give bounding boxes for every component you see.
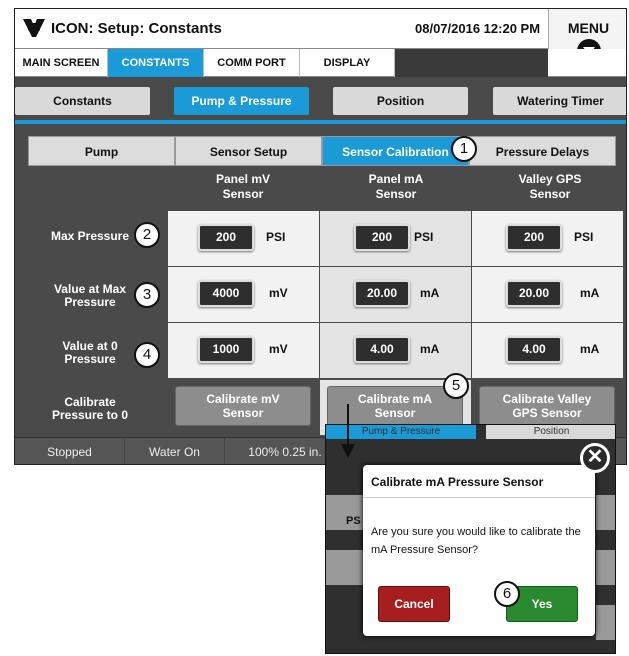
max-pressure-ma-field[interactable]: 200	[354, 224, 410, 251]
cell-value-zero-mv: 1000 mV	[168, 323, 319, 378]
row-label-max-pressure: Max Pressure	[50, 229, 130, 243]
accent-divider	[15, 120, 626, 124]
column-header-line: Panel mA	[368, 172, 424, 186]
page-title: ICON: Setup: Constants	[51, 20, 222, 37]
calibrate-mv-button[interactable]: Calibrate mV Sensor	[175, 386, 311, 426]
subtab-pump-pressure[interactable]: Pump & Pressure	[174, 87, 309, 115]
dialog-divider	[363, 497, 595, 498]
cell-value-zero-gps: 4.00 mA	[472, 323, 623, 378]
cell-max-pressure-mv: 200 PSI	[168, 211, 319, 266]
cell-calibrate-mv: Calibrate mV Sensor	[168, 380, 319, 435]
unit-label: PSI	[266, 230, 286, 244]
status-water: Water On	[125, 438, 225, 464]
status-pivot: Stopped	[15, 438, 125, 464]
tab-constants[interactable]: CONSTANTS	[108, 49, 204, 77]
unit-label: mA	[580, 286, 600, 300]
cell-value-max-ma: 20.00 mA	[320, 267, 471, 322]
callout-marker: 6	[494, 581, 520, 607]
value-zero-mv-field[interactable]: 1000	[198, 336, 254, 363]
tab-pressure-delays[interactable]: Pressure Delays	[469, 136, 616, 166]
max-pressure-gps-field[interactable]: 200	[506, 224, 562, 251]
title-bar: ICON: Setup: Constants 08/07/2016 12:20 …	[15, 9, 626, 63]
value-max-gps-field[interactable]: 20.00	[506, 280, 562, 307]
cancel-button[interactable]: Cancel	[378, 586, 450, 622]
value-max-mv-field[interactable]: 4000	[198, 280, 254, 307]
unit-label: PSI	[414, 230, 434, 244]
close-icon[interactable]: ✕	[580, 443, 610, 473]
tab-main-screen[interactable]: MAIN SCREEN	[15, 49, 108, 77]
section-tabs: Pump Sensor Setup Sensor Calibration Pre…	[28, 136, 616, 166]
datetime-display: 08/07/2016 12:20 PM	[415, 21, 541, 36]
cell-value-max-mv: 4000 mV	[168, 267, 319, 322]
column-header-line: Panel mV	[215, 172, 271, 186]
tab-display[interactable]: DISPLAY	[300, 49, 395, 77]
column-header-valley-gps: Valley GPS Sensor	[475, 172, 625, 202]
menu-label: MENU	[567, 20, 610, 36]
dialog-title: Calibrate mA Pressure Sensor	[371, 475, 544, 489]
row-label-line: Pressure	[64, 295, 116, 309]
cell-value-zero-ma: 4.00 mA	[320, 323, 471, 378]
tab-pump[interactable]: Pump	[28, 136, 175, 166]
callout-marker: 1	[451, 136, 477, 162]
column-header-line: Sensor	[529, 187, 571, 201]
unit-label: mA	[580, 342, 600, 356]
tab-comm-port[interactable]: COMM PORT	[204, 49, 300, 77]
background-cell	[596, 605, 615, 640]
callout-marker: 2	[134, 222, 160, 248]
row-label-line: Pressure to 0	[51, 408, 129, 422]
valley-logo-icon	[23, 19, 45, 37]
subtab-constants[interactable]: Constants	[15, 87, 150, 115]
column-header-line: Valley GPS	[518, 172, 582, 186]
button-line: Calibrate mV	[206, 392, 280, 406]
tab-sensor-setup[interactable]: Sensor Setup	[175, 136, 322, 166]
top-nav: MAIN SCREEN CONSTANTS COMM PORT DISPLAY	[15, 49, 626, 77]
button-line: GPS Sensor	[512, 406, 582, 420]
max-pressure-mv-field[interactable]: 200	[198, 224, 254, 251]
column-header-panel-mv: Panel mV Sensor	[168, 172, 318, 202]
column-header-line: Sensor	[375, 187, 417, 201]
background-cell	[326, 550, 366, 585]
column-header-panel-ma: Panel mA Sensor	[321, 172, 471, 202]
subtab-watering-timer[interactable]: Watering Timer	[493, 87, 626, 115]
background-cell	[596, 550, 615, 585]
nav-fill	[395, 49, 548, 77]
background-tab: Position	[486, 425, 615, 439]
row-label-value-at-max: Value at Max Pressure	[35, 283, 145, 309]
callout-marker: 4	[134, 342, 160, 368]
menu-button[interactable]: MENU	[548, 9, 626, 63]
row-label-line: Pressure	[64, 352, 116, 366]
button-line: Sensor	[222, 406, 264, 420]
unit-label: mV	[269, 342, 288, 356]
calibrate-gps-button[interactable]: Calibrate Valley GPS Sensor	[479, 386, 615, 426]
value-max-ma-field[interactable]: 20.00	[354, 280, 410, 307]
unit-label: mA	[420, 342, 440, 356]
background-text: PS	[346, 515, 361, 527]
value-zero-ma-field[interactable]: 4.00	[354, 336, 410, 363]
unit-label: mA	[420, 286, 440, 300]
column-header-line: Sensor	[222, 187, 264, 201]
subtab-position[interactable]: Position	[333, 87, 468, 115]
down-arrow-icon	[341, 404, 355, 458]
dialog-overlay: Pump & Pressure Position PS Calibrate mA…	[325, 424, 616, 654]
cell-value-max-gps: 20.00 mA	[472, 267, 623, 322]
confirm-dialog: Calibrate mA Pressure Sensor Are you sur…	[363, 465, 595, 636]
device-screen: ICON: Setup: Constants 08/07/2016 12:20 …	[14, 8, 627, 465]
row-label-calibrate: Calibrate Pressure to 0	[35, 396, 145, 422]
unit-label: mV	[269, 286, 288, 300]
tab-sensor-calibration[interactable]: Sensor Calibration	[322, 136, 469, 166]
callout-marker: 5	[443, 373, 469, 399]
dialog-message: Are you sure you would like to calibrate…	[371, 526, 581, 556]
background-cell	[596, 495, 615, 530]
callout-marker: 3	[134, 282, 160, 308]
button-line: Calibrate Valley	[502, 392, 592, 406]
cell-max-pressure-gps: 200 PSI	[472, 211, 623, 266]
unit-label: PSI	[574, 230, 594, 244]
value-zero-gps-field[interactable]: 4.00	[506, 336, 562, 363]
cell-max-pressure-ma: 200 PSI	[320, 211, 471, 266]
row-label-value-at-zero: Value at 0 Pressure	[35, 340, 145, 366]
